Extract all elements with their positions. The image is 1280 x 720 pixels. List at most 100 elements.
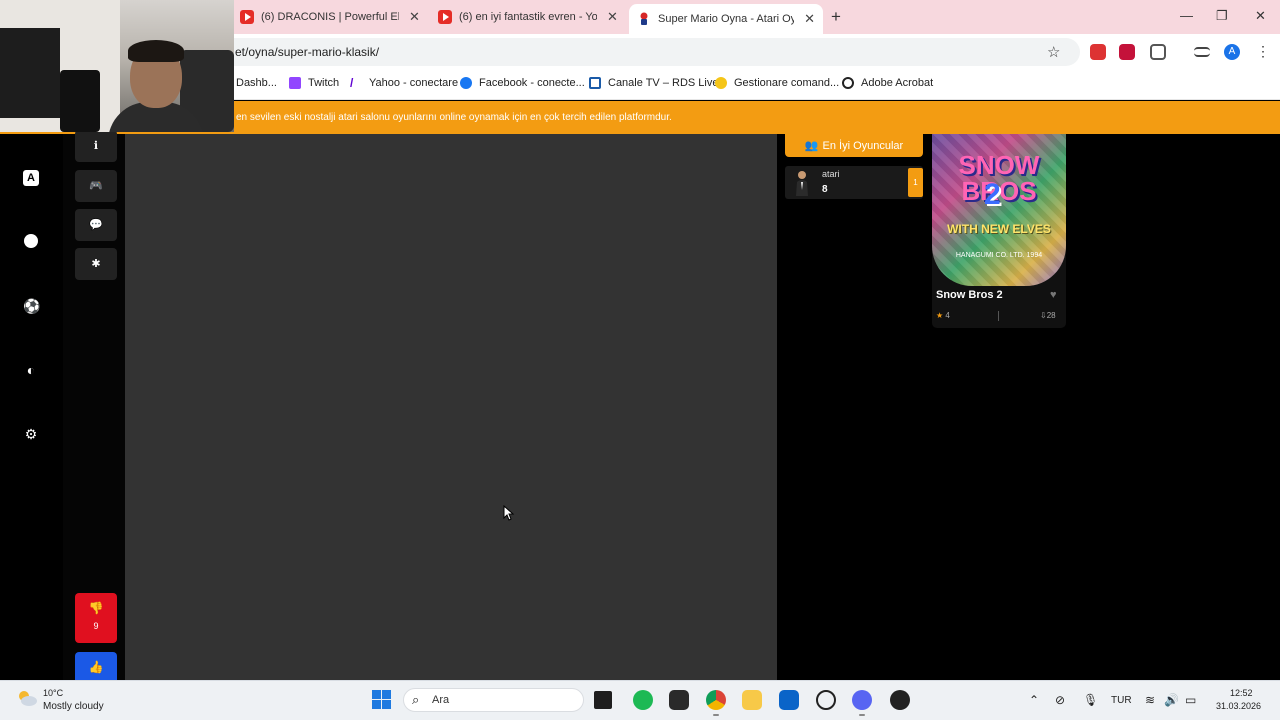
chrome-running-indicator (713, 714, 719, 716)
star-icon: ★ (936, 311, 944, 320)
youtube-icon (438, 10, 452, 24)
player-row[interactable]: atari 8 1 (785, 166, 923, 199)
extension-adblock-icon[interactable] (1090, 44, 1106, 60)
gamepad-button[interactable]: 🎮 (75, 170, 117, 202)
chatgpt-icon[interactable] (816, 690, 836, 710)
bookmark-label: Canale TV – RDS Live (608, 77, 719, 89)
media-control-icon[interactable] (1194, 47, 1210, 57)
spotify-icon[interactable] (633, 690, 653, 710)
settings-category-icon[interactable]: ⚙ (23, 426, 39, 442)
task-view-icon[interactable] (594, 691, 612, 709)
game-canvas[interactable] (125, 134, 777, 680)
order-icon (715, 77, 727, 89)
bookmark-label: Twitch (308, 77, 340, 89)
like-button[interactable]: 👍 (75, 652, 117, 680)
bookmark-twitch[interactable]: Twitch (289, 77, 339, 89)
clock-time[interactable]: 12:52 (1230, 688, 1253, 698)
bookmark-adobe-acrobat[interactable]: Adobe Acrobat (842, 77, 933, 89)
player-avatar (796, 171, 808, 196)
mario-favicon-icon (640, 12, 648, 25)
tab-close-icon[interactable]: ✕ (607, 9, 618, 25)
weather-temperature[interactable]: 10°C (43, 688, 63, 698)
clock-date[interactable]: 31.03.2026 (1216, 701, 1261, 711)
input-language[interactable]: TUR (1111, 695, 1132, 706)
twitch-icon (289, 77, 301, 89)
bookmark-label: Facebook - conecte... (479, 77, 585, 89)
file-explorer-icon[interactable] (742, 690, 762, 710)
cloudy-weather-icon[interactable] (16, 689, 38, 707)
discord-icon[interactable] (852, 690, 872, 710)
announcement-text: en sevilen eski nostalji atari salonu oy… (236, 112, 672, 123)
acrobat-icon (842, 77, 854, 89)
contrast-toggle-icon[interactable]: ◐ (23, 362, 39, 378)
top-players-tab[interactable]: 👥 En İyi Oyuncular (785, 134, 923, 157)
info-button[interactable]: ℹ (75, 130, 117, 162)
webcam-mic-arm (60, 70, 100, 132)
favorite-heart-icon[interactable]: ♥ (1050, 289, 1057, 301)
obs-icon[interactable] (890, 690, 910, 710)
epic-games-icon[interactable] (669, 690, 689, 710)
dislike-count: 9 (93, 621, 99, 631)
bookmark-label: Gestionare comand... (734, 77, 840, 89)
tab-title: (6) en iyi fantastik evren - YouTu (459, 11, 597, 23)
tv-icon (589, 77, 601, 89)
tab-super-mario[interactable]: Super Mario Oyna - Atari Oyun ✕ (629, 4, 823, 34)
bookmark-gestionare[interactable]: Gestionare comand... (715, 77, 839, 89)
youtube-icon (240, 10, 254, 24)
thumbnail-copyright: HANAGUMI CO. LTD. 1994 (955, 252, 1043, 259)
windows-start-icon[interactable] (372, 690, 391, 709)
facebook-icon (460, 77, 472, 89)
extensions-puzzle-icon[interactable] (1150, 44, 1166, 60)
close-window-button[interactable]: ✕ (1255, 8, 1266, 24)
football-category-icon[interactable]: ⚽ (23, 298, 40, 314)
bookmark-canale-tv[interactable]: Canale TV – RDS Live (589, 77, 718, 89)
volume-icon[interactable]: 🔊 (1164, 693, 1179, 707)
network-off-icon[interactable]: ⊘ (1055, 693, 1065, 707)
search-placeholder[interactable]: Ara (432, 694, 449, 706)
circle-category-icon[interactable] (24, 234, 38, 248)
extension-video-icon[interactable] (1119, 44, 1135, 60)
new-tab-button[interactable]: + (831, 7, 841, 27)
plays-value: 28 (1046, 311, 1056, 320)
top-players-label: En İyi Oyuncular (822, 139, 904, 152)
url-text[interactable]: et/oyna/super-mario-klasik/ (235, 45, 379, 59)
thumbs-up-icon: 👍 (88, 660, 104, 674)
thumbnail-subtitle: WITH NEW ELVES (947, 222, 1051, 236)
battery-icon[interactable]: ▭ (1185, 693, 1196, 707)
tab-close-icon[interactable]: ✕ (804, 11, 815, 27)
bookmark-yahoo[interactable]: / Yahoo - conectare (350, 77, 458, 89)
bookmark-facebook[interactable]: Facebook - conecte... (460, 77, 585, 89)
tab-fantastik-evren[interactable]: (6) en iyi fantastik evren - YouTu ✕ (430, 4, 626, 30)
thumbnail-number: 2 (984, 178, 1001, 211)
player-score: 8 (822, 184, 828, 195)
tab-close-icon[interactable]: ✕ (409, 9, 420, 25)
bookmark-label: Adobe Acrobat (861, 77, 934, 89)
dislike-button[interactable]: 👎 9 (75, 593, 117, 643)
maximize-button[interactable]: ❐ (1216, 8, 1228, 24)
game-plays: ⇩28 (1040, 311, 1056, 320)
bookmark-label: Yahoo - conectare (369, 77, 459, 89)
yahoo-icon: / (350, 76, 354, 90)
download-icon: ⇩ (1040, 311, 1047, 320)
tab-title: Super Mario Oyna - Atari Oyun (658, 13, 795, 25)
tab-draconis[interactable]: (6) DRACONIS | Powerful Elven ✕ (232, 4, 428, 30)
wifi-icon[interactable]: ≋ (1145, 693, 1155, 707)
rating-value: 4 (945, 311, 950, 320)
microsoft-store-icon[interactable] (779, 690, 799, 710)
webcam-shelf (0, 28, 60, 118)
atari-category-icon[interactable]: A (23, 170, 39, 186)
game-title[interactable]: Snow Bros 2 (936, 289, 1003, 301)
game-rating: ★ 4 (936, 311, 950, 320)
chrome-icon[interactable] (706, 690, 726, 710)
report-bug-button[interactable]: ✱ (75, 248, 117, 280)
tray-overflow-chevron-icon[interactable]: ⌃ (1029, 693, 1039, 707)
microphone-icon[interactable]: 🎙 (1083, 693, 1098, 707)
minimize-button[interactable]: — (1180, 8, 1193, 23)
comments-button[interactable]: 💬 (75, 209, 117, 241)
weather-description[interactable]: Mostly cloudy (43, 701, 104, 712)
bookmark-star-icon[interactable]: ☆ (1047, 43, 1060, 61)
taskbar-search-box[interactable] (403, 688, 584, 712)
bookmark-dashboard[interactable]: c Dashb... (236, 77, 277, 89)
browser-menu-icon[interactable]: ⋮ (1256, 43, 1270, 60)
profile-avatar[interactable]: A (1224, 44, 1240, 60)
